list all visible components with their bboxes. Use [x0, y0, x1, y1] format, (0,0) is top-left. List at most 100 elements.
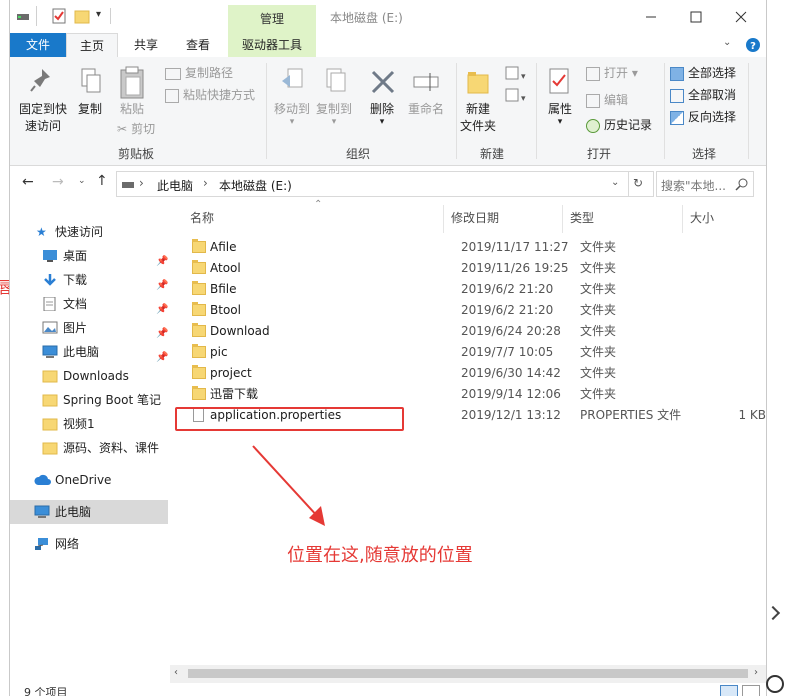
easy-access-icon[interactable]: ▾ — [504, 87, 526, 105]
details-view-icon[interactable] — [720, 685, 738, 696]
explorer-window: ▾ 管理 本地磁盘 (E:) 文件 主页 共享 查看 驱动器工具 ⌄ ? 固定到… — [9, 0, 767, 696]
scroll-left-icon[interactable]: ‹ — [174, 667, 178, 678]
search-icon[interactable] — [735, 177, 749, 191]
new-folder-quick-icon[interactable] — [74, 8, 90, 24]
paste-shortcut-button[interactable]: 粘贴快捷方式 — [165, 85, 255, 105]
column-header-size[interactable]: 大小 — [690, 205, 714, 233]
collapse-ribbon-icon[interactable]: ⌄ — [723, 37, 731, 48]
move-to-icon — [282, 68, 303, 88]
group-label-select: 选择 — [692, 147, 717, 161]
file-row[interactable]: Download 2019/6/24 20:28 文件夹 — [180, 321, 766, 342]
copy-button[interactable]: 复制 — [72, 101, 108, 118]
horizontal-scrollbar[interactable]: ‹ › — [170, 665, 766, 683]
up-icon[interactable]: ↑ — [96, 173, 108, 189]
nav-quick-access[interactable]: ★ 快速访问 — [10, 220, 168, 244]
recent-dropdown-icon[interactable]: ⌄ — [78, 176, 86, 186]
help-icon[interactable]: ? — [745, 37, 761, 53]
folder-icon — [192, 323, 206, 337]
search-placeholder: 搜索"本地... — [661, 179, 726, 193]
nav-item-downloads[interactable]: 下载 📌 — [10, 268, 168, 292]
svg-text:▾: ▾ — [521, 72, 526, 82]
tab-home[interactable]: 主页 — [66, 33, 118, 57]
desktop-icon — [43, 250, 57, 262]
edit-button[interactable]: 编辑 — [586, 90, 628, 110]
tab-share[interactable]: 共享 — [123, 33, 169, 57]
select-all-icon — [670, 66, 684, 81]
nav-network[interactable]: 网络 — [10, 532, 168, 556]
pin-to-quick-access-button[interactable]: 固定到快 速访问 — [16, 101, 70, 135]
invert-selection-button[interactable]: 反向选择 — [670, 107, 736, 127]
close-icon[interactable] — [731, 8, 751, 26]
select-none-button[interactable]: 全部取消 — [670, 85, 736, 105]
column-header-type[interactable]: 类型 — [570, 205, 594, 233]
nav-item-folder-video[interactable]: 视频1 — [10, 412, 168, 436]
new-folder-button[interactable]: 新建 文件夹 — [456, 101, 500, 135]
paste-button[interactable]: 粘贴 — [114, 101, 150, 118]
cut-button[interactable]: ✂ 剪切 — [117, 119, 155, 139]
context-tab-manage[interactable]: 管理 — [228, 5, 316, 33]
file-row[interactable]: pic 2019/7/7 10:05 文件夹 — [180, 342, 766, 363]
annotation-text: 位置在这,随意放的位置 — [287, 545, 473, 566]
nav-onedrive[interactable]: OneDrive — [10, 468, 168, 492]
delete-button[interactable]: 删除 ▾ — [364, 101, 400, 127]
properties-button[interactable]: 属性 ▾ — [542, 101, 578, 127]
breadcrumb-separator[interactable]: › — [203, 176, 208, 190]
large-icons-view-icon[interactable] — [742, 685, 760, 696]
nav-item-folder-source[interactable]: 源码、资料、课件 — [10, 436, 168, 460]
search-input[interactable]: 搜索"本地... — [656, 171, 754, 197]
breadcrumb-drive-e[interactable]: 本地磁盘 (E:) — [219, 177, 292, 194]
minimize-icon[interactable] — [641, 8, 661, 26]
tab-view[interactable]: 查看 — [175, 33, 221, 57]
breadcrumb-this-pc[interactable]: 此电脑 — [157, 177, 193, 194]
select-all-button[interactable]: 全部选择 — [670, 63, 736, 83]
copy-path-button[interactable]: 复制路径 — [165, 63, 233, 83]
back-icon[interactable]: ← — [22, 174, 34, 190]
history-button[interactable]: 历史记录 — [586, 115, 652, 135]
tab-drive-tools[interactable]: 驱动器工具 — [228, 33, 316, 57]
nav-item-desktop[interactable]: 桌面 📌 — [10, 244, 168, 268]
nav-item-documents[interactable]: 文档 📌 — [10, 292, 168, 316]
picture-icon — [42, 321, 58, 334]
file-row[interactable]: project 2019/6/30 14:42 文件夹 — [180, 363, 766, 384]
new-item-icon[interactable]: ▾ — [504, 65, 526, 83]
forward-icon[interactable]: → — [52, 174, 64, 190]
folder-icon — [192, 239, 206, 253]
file-row[interactable]: Btool 2019/6/2 21:20 文件夹 — [180, 300, 766, 321]
download-icon — [44, 274, 56, 286]
column-header-name[interactable]: 名称 — [190, 205, 214, 233]
background-edge-glyph: 唇 — [0, 278, 9, 297]
properties-quick-icon[interactable] — [52, 8, 66, 24]
file-row[interactable]: 迅雷下载 2019/9/14 12:06 文件夹 — [180, 384, 766, 405]
nav-item-folder-spring-boot[interactable]: Spring Boot 笔记 — [10, 388, 168, 412]
annotation-arrow — [252, 445, 325, 526]
drive-icon — [17, 14, 29, 20]
scroll-thumb[interactable] — [188, 669, 748, 678]
move-to-button[interactable]: 移动到 ▾ — [271, 101, 313, 127]
history-icon — [586, 118, 600, 133]
background-edge-circle — [766, 675, 784, 693]
open-button[interactable]: 打开 ▾ — [586, 63, 638, 83]
group-label-organize: 组织 — [346, 147, 371, 161]
group-label-clipboard: 剪贴板 — [118, 147, 155, 161]
nav-this-pc[interactable]: 此电脑 — [10, 500, 168, 524]
properties-icon — [549, 68, 569, 94]
copy-to-button[interactable]: 复制到 ▾ — [313, 101, 355, 127]
file-row[interactable]: Afile 2019/11/17 11:27 文件夹 — [180, 237, 766, 258]
file-row[interactable]: Atool 2019/11/26 19:25 文件夹 — [180, 258, 766, 279]
scroll-right-icon[interactable]: › — [754, 667, 758, 678]
nav-item-pictures[interactable]: 图片 📌 — [10, 316, 168, 340]
rename-button[interactable]: 重命名 — [404, 101, 448, 118]
breadcrumb-separator[interactable]: › — [139, 176, 144, 190]
new-folder-icon — [467, 72, 489, 94]
pc-icon — [42, 345, 58, 358]
nav-item-this-pc-quick[interactable]: 此电脑 📌 — [10, 340, 168, 364]
address-bar[interactable]: › 此电脑 › 本地磁盘 (E:) ⌄ ↻ — [116, 171, 654, 197]
address-dropdown-icon[interactable]: ⌄ — [611, 177, 619, 188]
tab-file[interactable]: 文件 — [10, 33, 66, 57]
refresh-icon[interactable]: ↻ — [633, 176, 643, 190]
quick-access-dropdown-icon[interactable]: ▾ — [96, 9, 101, 20]
file-row[interactable]: Bfile 2019/6/2 21:20 文件夹 — [180, 279, 766, 300]
maximize-icon[interactable] — [686, 8, 706, 26]
nav-item-folder-downloads[interactable]: Downloads — [10, 364, 168, 388]
column-header-date[interactable]: 修改日期 — [451, 205, 499, 233]
